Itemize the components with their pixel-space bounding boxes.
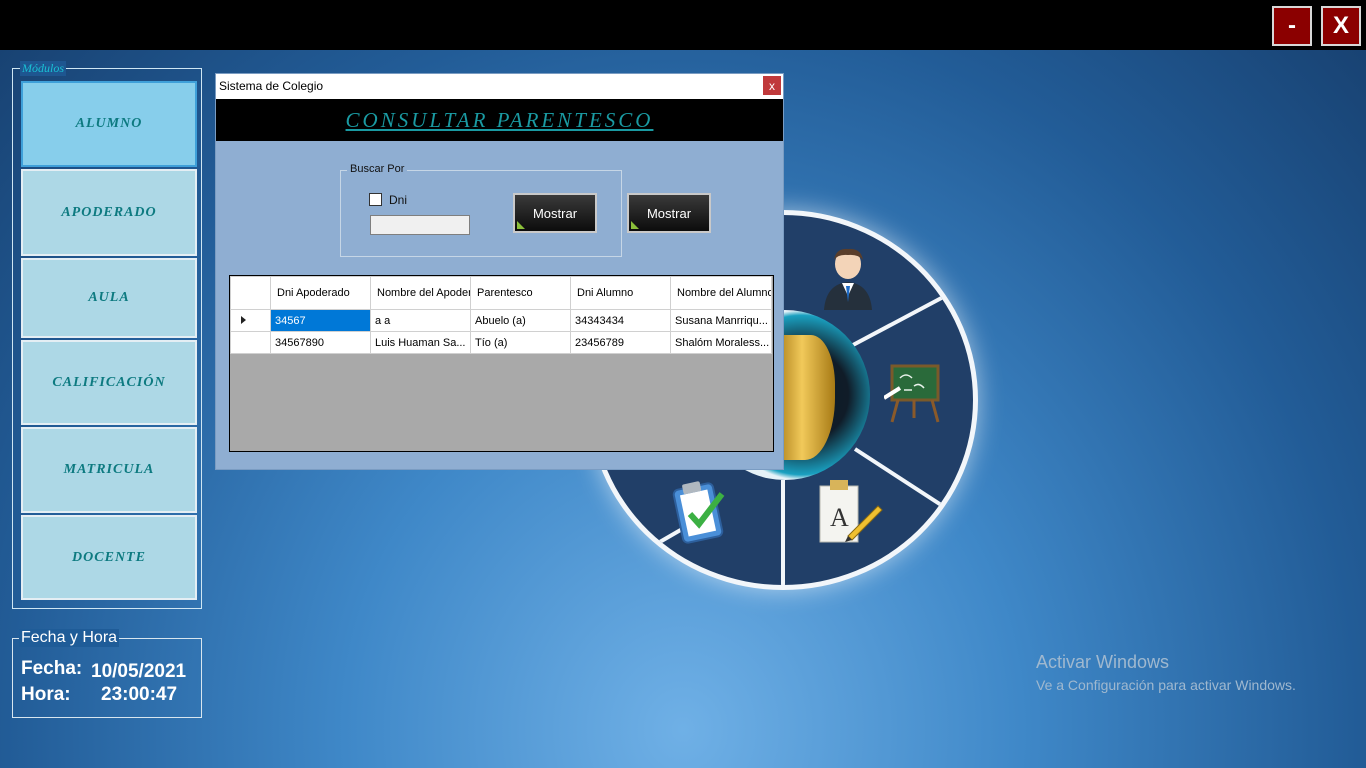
module-apoderado-button[interactable]: APODERADO bbox=[21, 169, 197, 256]
table-cell[interactable]: 34343434 bbox=[570, 309, 671, 332]
shield-logo bbox=[775, 335, 835, 460]
column-header-parentesco[interactable]: Parentesco bbox=[470, 276, 571, 310]
table-cell[interactable]: 34567 bbox=[270, 309, 371, 332]
module-alumno-button[interactable]: ALUMNO bbox=[21, 81, 197, 167]
user-icon[interactable] bbox=[818, 246, 878, 312]
fecha-value: 10/05/2021 bbox=[91, 661, 187, 682]
module-aula-button[interactable]: AULA bbox=[21, 258, 197, 338]
exam-pencil-icon[interactable]: A bbox=[814, 480, 884, 546]
current-row-arrow-icon bbox=[241, 315, 246, 324]
top-bar bbox=[0, 0, 1366, 50]
windows-activation-watermark: Activar Windows Ve a Configuración para … bbox=[1036, 652, 1296, 693]
buscar-por-legend: Buscar Por bbox=[347, 163, 408, 175]
dialog-header: CONSULTAR PARENTESCO bbox=[216, 99, 783, 141]
parentesco-grid[interactable]: Dni Apoderado Nombre del Apoderado Paren… bbox=[229, 275, 774, 452]
table-cell[interactable]: Shalóm Moraless... bbox=[670, 331, 772, 354]
clipboard-check-icon[interactable] bbox=[672, 478, 730, 544]
grid-header-row: Dni Apoderado Nombre del Apoderado Paren… bbox=[230, 276, 772, 310]
module-calificacion-button[interactable]: CALIFICACIÓN bbox=[21, 340, 197, 425]
table-cell[interactable]: Abuelo (a) bbox=[470, 309, 571, 332]
table-cell[interactable]: 23456789 bbox=[570, 331, 671, 354]
consultar-parentesco-dialog: Sistema de Colegio x CONSULTAR PARENTESC… bbox=[215, 73, 784, 470]
date-time-panel: Fecha y Hora Fecha: 10/05/2021 Hora: 23:… bbox=[12, 629, 202, 718]
table-cell[interactable]: Susana Manrriqu... bbox=[670, 309, 772, 332]
svg-text:A: A bbox=[830, 503, 849, 532]
minimize-button[interactable]: - bbox=[1272, 6, 1312, 46]
module-matricula-button[interactable]: MATRICULA bbox=[21, 427, 197, 513]
mostrar-button-2[interactable]: Mostrar bbox=[627, 193, 711, 233]
module-docente-button[interactable]: DOCENTE bbox=[21, 515, 197, 600]
dni-checkbox-label: Dni bbox=[389, 193, 408, 207]
fecha-label: Fecha: bbox=[21, 658, 83, 679]
column-header-dni-alumno[interactable]: Dni Alumno bbox=[570, 276, 671, 310]
modules-legend: Módulos bbox=[20, 61, 66, 76]
dni-search-input[interactable] bbox=[370, 215, 470, 235]
close-button[interactable]: X bbox=[1321, 6, 1361, 46]
hora-value: 23:00:47 bbox=[101, 684, 178, 705]
modules-panel: Módulos ALUMNO APODERADO AULA CALIFICACI… bbox=[12, 61, 202, 609]
table-cell[interactable]: Tío (a) bbox=[470, 331, 571, 354]
grid-corner-cell bbox=[230, 276, 271, 310]
row-selector[interactable] bbox=[230, 309, 271, 332]
table-row[interactable]: 34567 a a Abuelo (a) 34343434 Susana Man… bbox=[230, 309, 772, 332]
chalkboard-icon[interactable] bbox=[884, 364, 942, 424]
dialog-title: Sistema de Colegio bbox=[219, 79, 324, 93]
activation-title: Activar Windows bbox=[1036, 652, 1170, 672]
mostrar-button-1[interactable]: Mostrar bbox=[513, 193, 597, 233]
dialog-titlebar: Sistema de Colegio x bbox=[216, 74, 783, 99]
table-cell[interactable]: 34567890 bbox=[270, 331, 371, 354]
table-cell[interactable]: a a bbox=[370, 309, 471, 332]
column-header-dni-apoderado[interactable]: Dni Apoderado bbox=[270, 276, 371, 310]
table-row[interactable]: 34567890 Luis Huaman Sa... Tío (a) 23456… bbox=[230, 331, 772, 354]
dialog-close-button[interactable]: x bbox=[763, 76, 781, 95]
row-selector[interactable] bbox=[230, 331, 271, 354]
dni-checkbox[interactable] bbox=[369, 193, 382, 206]
activation-subtitle: Ve a Configuración para activar Windows. bbox=[1036, 677, 1296, 693]
hora-label: Hora: bbox=[21, 684, 71, 705]
date-time-legend: Fecha y Hora bbox=[19, 629, 120, 647]
column-header-nombre-apoderado[interactable]: Nombre del Apoderado bbox=[370, 276, 471, 310]
column-header-nombre-alumno[interactable]: Nombre del Alumno bbox=[670, 276, 772, 310]
table-cell[interactable]: Luis Huaman Sa... bbox=[370, 331, 471, 354]
